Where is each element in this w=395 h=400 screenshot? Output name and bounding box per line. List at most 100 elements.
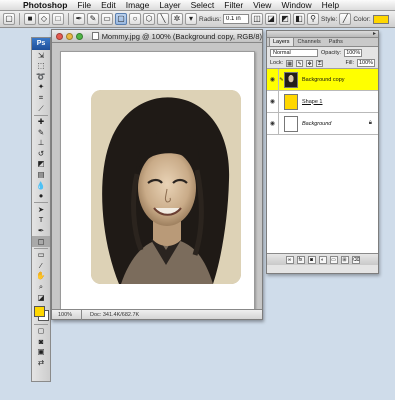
paths-button[interactable]: ◇ [38,13,50,25]
link-layers-icon[interactable]: ∞ [285,255,294,264]
custom-shape-icon[interactable]: ✲ [171,13,183,25]
rounded-rectangle-shape-icon[interactable]: ▢ [115,13,127,25]
eyedropper-tool-icon[interactable]: ⁄ [32,260,50,271]
marquee-tool-icon[interactable]: ⬚ [32,61,50,72]
new-group-icon[interactable]: ▭ [329,255,338,264]
layer-row-background-copy[interactable]: ◉ ✎ Background copy [267,68,378,91]
standard-mode-icon[interactable]: ◻ [32,326,50,337]
freeform-pen-icon[interactable]: ✎ [87,13,99,25]
fill-pixels-button[interactable]: □ [52,13,64,25]
gradient-tool-icon[interactable]: ▤ [32,170,50,181]
notes-tool-icon[interactable]: ▭ [32,250,50,261]
add-mask-icon[interactable]: ◙ [307,255,316,264]
dodge-tool-icon[interactable]: ● [32,191,50,202]
foreground-color-swatch[interactable] [34,305,45,317]
polygon-shape-icon[interactable]: ⬡ [143,13,155,25]
panel-tabs: Layers Channels Paths [267,37,378,47]
menu-select[interactable]: Select [186,0,220,11]
layer-name[interactable]: Background [302,121,331,127]
adjustment-layer-icon[interactable]: ◐ [318,255,327,264]
tool-preset-picker[interactable]: ▢ [3,13,15,25]
portrait-photo[interactable] [91,90,241,284]
eraser-tool-icon[interactable]: ◩ [32,159,50,170]
brush-tool-icon[interactable]: ✎ [32,127,50,138]
minimize-icon[interactable] [65,32,73,40]
default-colors-icon[interactable]: ◪ [32,292,50,303]
clone-stamp-icon[interactable]: ⊥ [32,138,50,149]
add-to-shape-area-icon[interactable]: ◫ [251,13,264,25]
exclude-overlap-icon[interactable]: ◧ [293,13,306,25]
lock-transparency-icon[interactable]: ▦ [286,59,294,67]
doc-size[interactable]: Doc: 341.4K/682.7K [82,310,139,320]
path-selection-icon[interactable]: ➤ [32,204,50,215]
tab-channels[interactable]: Channels [294,37,325,46]
zoom-level[interactable]: 100% [52,309,82,320]
intersect-shape-area-icon[interactable]: ◩ [279,13,292,25]
menu-layer[interactable]: Layer [154,0,185,11]
layer-thumbnail [284,71,298,88]
quick-mask-icon[interactable]: ◙ [32,336,50,347]
lasso-tool-icon[interactable]: ➰ [32,71,50,82]
menu-photoshop[interactable]: Photoshop [18,0,72,11]
layer-row-background[interactable]: ◉ Background 🔒︎ [267,112,378,135]
crop-tool-icon[interactable]: ⌗ [32,92,50,103]
ps-logo[interactable]: Ps [32,38,50,50]
panel-menu-icon[interactable]: ▸ [373,31,376,38]
fill-input[interactable]: 100% [357,59,375,67]
canvas[interactable] [60,51,255,313]
healing-brush-icon[interactable]: ✚ [32,117,50,128]
close-icon[interactable] [56,32,63,40]
link-icon[interactable]: ⚲ [307,13,320,25]
subtract-shape-area-icon[interactable]: ◪ [265,13,278,25]
visibility-eye-icon[interactable]: ◉ [267,68,279,91]
shape-layers-button[interactable]: ■ [24,13,36,25]
blur-tool-icon[interactable]: 💧 [32,180,50,191]
menu-help[interactable]: Help [317,0,344,11]
new-layer-icon[interactable]: ⊞ [340,255,349,264]
style-label: Style: [321,15,338,23]
pen-tool-icon[interactable]: ✒ [73,13,85,25]
history-brush-icon[interactable]: ↺ [32,148,50,159]
layer-row-shape-1[interactable]: ◉ Shape 1 [267,90,378,113]
menu-image[interactable]: Image [121,0,155,11]
tab-layers[interactable]: Layers [269,37,294,46]
layer-style-button[interactable]: fx [296,255,305,264]
lock-pixels-icon[interactable]: ✎ [296,59,304,67]
menu-view[interactable]: View [248,0,276,11]
layer-name[interactable]: Background copy [302,77,345,83]
geometry-options-icon[interactable]: ▾ [185,13,197,25]
pen-tool-icon[interactable]: ✒ [32,226,50,237]
screen-mode-icon[interactable]: ▣ [32,347,50,358]
color-swatch[interactable] [372,14,389,24]
line-shape-icon[interactable]: ╲ [157,13,169,25]
menu-window[interactable]: Window [276,0,316,11]
shape-tool-icon[interactable]: ▢ [32,236,50,247]
menu-filter[interactable]: Filter [219,0,248,11]
menu-edit[interactable]: Edit [96,0,121,11]
lock-position-icon[interactable]: ✥ [306,59,314,67]
zoom-icon[interactable] [75,32,83,40]
hand-tool-icon[interactable]: ✋ [32,271,50,282]
opacity-input[interactable]: 100% [344,48,363,57]
menu-file[interactable]: File [72,0,96,11]
style-picker[interactable]: ╱ [339,13,352,25]
layers-panel: ▸ Layers Channels Paths Normal Opacity: … [266,30,379,274]
ellipse-shape-icon[interactable]: ○ [129,13,141,25]
rectangle-shape-icon[interactable]: ▭ [101,13,113,25]
radius-input[interactable] [223,14,250,24]
move-tool-icon[interactable]: ⇲ [32,50,50,61]
tab-paths[interactable]: Paths [325,37,347,46]
layer-name[interactable]: Shape 1 [302,99,323,105]
slice-tool-icon[interactable]: ⟋ [32,103,50,114]
layers-panel-header[interactable]: ▸ [267,31,378,38]
zoom-tool-icon[interactable]: ⌕ [32,281,50,292]
blend-mode-select[interactable]: Normal [270,48,318,57]
document-titlebar[interactable]: Mommy.jpg @ 100% (Background copy, RGB/8… [52,30,262,43]
lock-all-icon[interactable]: ⚿ [316,59,324,67]
jump-to-imageready-icon[interactable]: ⇄ [32,357,50,368]
visibility-eye-icon[interactable]: ◉ [267,90,279,113]
magic-wand-tool-icon[interactable]: ✦ [32,82,50,93]
visibility-eye-icon[interactable]: ◉ [267,112,279,135]
delete-layer-icon[interactable]: ⌫ [351,255,360,264]
type-tool-icon[interactable]: T [32,215,50,226]
